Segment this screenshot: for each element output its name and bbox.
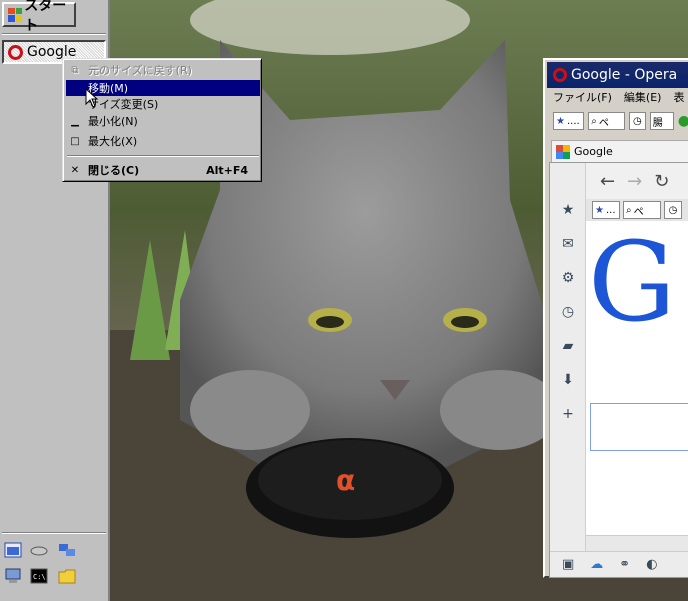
downloads-icon[interactable]: ⬇ [559, 371, 577, 389]
speed-icon[interactable]: ◐ [646, 557, 657, 572]
search-field[interactable]: ⌕ ペ [588, 112, 625, 130]
menu-item-minimize[interactable]: ▁ 最小化(N) [66, 113, 260, 129]
minimize-icon: ▁ [71, 115, 79, 127]
menu-item-close[interactable]: ✕ 閉じる(C) Alt+F4 [66, 162, 260, 178]
restore-icon: ⧉ [71, 64, 79, 76]
window-context-menu: ⧉ 元のサイズに戻す(R) 移動(M) サイズ変更(S) ▁ 最小化(N) □ … [62, 58, 262, 182]
tab-label: Google [574, 145, 613, 158]
browser-body: ★ ✉ ⚙ ◷ ▰ ⬇ + ← → ↻ ★ ... ⌕ ペ ◷ G ▣ ☁ ⚭ … [549, 162, 688, 578]
svg-text:C:\: C:\ [33, 573, 46, 581]
history-icon[interactable]: ◷ [559, 303, 577, 321]
back-icon[interactable]: ← [600, 171, 615, 192]
search-icon: ⌕ [591, 115, 597, 127]
bookmark-star-icon: ★ [556, 115, 565, 127]
settings-icon[interactable]: ⚙ [559, 269, 577, 287]
google-logo: G [588, 218, 676, 346]
address-field[interactable]: ★ .... [553, 112, 585, 130]
horizontal-scrollbar[interactable] [586, 535, 688, 551]
reload-icon[interactable]: ↻ [654, 171, 669, 192]
opera-icon [553, 68, 567, 82]
bookmark-star-icon: ★ [595, 204, 604, 216]
google-search-input[interactable] [590, 403, 688, 451]
mail-icon[interactable]: ✉ [559, 235, 577, 253]
status-bar: ▣ ☁ ⚭ ◐ [550, 551, 688, 577]
menu-view[interactable]: 表 [667, 89, 688, 105]
menu-file[interactable]: ファイル(F) [547, 89, 618, 105]
browser-toolbar: ★ .... ⌕ ペ ◷ 腸 ● [547, 108, 688, 134]
google-favicon-icon [556, 144, 570, 159]
opera-window: Google - Opera ファイル(F) 編集(E) 表 ★ .... ⌕ … [543, 58, 688, 578]
opera-icon [8, 44, 23, 60]
unite-icon[interactable]: ⚭ [619, 557, 630, 572]
menu-bar: ファイル(F) 編集(E) 表 [547, 88, 688, 106]
folder-icon[interactable] [58, 568, 76, 584]
panel-toggle-icon[interactable]: ▣ [562, 557, 574, 572]
inner-address-field[interactable]: ★ ... [592, 201, 620, 219]
start-button[interactable]: スタート [2, 0, 76, 34]
svg-text:α: α [336, 464, 355, 497]
command-prompt-icon[interactable]: C:\ [30, 568, 48, 584]
my-computer-icon[interactable] [4, 568, 22, 584]
notes-icon[interactable]: ▰ [559, 337, 577, 355]
extension-icon[interactable]: ● [678, 113, 688, 129]
window-title: Google - Opera [571, 67, 678, 83]
mouse-cursor-icon [85, 88, 99, 108]
show-desktop-icon[interactable] [4, 542, 22, 558]
drive-icon[interactable] [30, 542, 48, 558]
page-content: ← → ↻ ★ ... ⌕ ペ ◷ G [586, 163, 688, 577]
toolbar-extra-field[interactable]: 腸 [649, 112, 674, 130]
menu-edit[interactable]: 編集(E) [618, 89, 668, 105]
close-icon: ✕ [70, 164, 80, 176]
bookmarks-icon[interactable]: ★ [559, 201, 577, 219]
taskbar-divider [2, 532, 106, 534]
network-icon[interactable] [58, 542, 76, 558]
cloud-sync-icon[interactable]: ☁ [590, 557, 603, 572]
menu-item-restore[interactable]: ⧉ 元のサイズに戻す(R) [66, 62, 260, 78]
history-icon[interactable]: ◷ [628, 112, 646, 130]
windows-logo-icon [8, 7, 23, 22]
tab-bar: Google [547, 138, 688, 162]
close-shortcut: Alt+F4 [206, 163, 248, 177]
taskbar-divider [2, 33, 106, 35]
add-panel-icon[interactable]: + [559, 405, 577, 423]
tab-google[interactable]: Google [551, 140, 688, 162]
forward-icon[interactable]: → [627, 171, 642, 192]
side-panel: ★ ✉ ⚙ ◷ ▰ ⬇ + [550, 163, 586, 577]
search-icon: ⌕ [626, 204, 632, 216]
menu-separator [67, 155, 259, 157]
maximize-icon: □ [70, 135, 80, 147]
inner-search-field[interactable]: ⌕ ペ [623, 201, 661, 219]
window-title-bar[interactable]: Google - Opera [547, 62, 688, 88]
navigation-row: ← → ↻ [586, 163, 688, 199]
history-icon[interactable]: ◷ [664, 201, 682, 219]
start-label: スタート [24, 0, 67, 34]
menu-item-maximize[interactable]: □ 最大化(X) [66, 133, 260, 149]
